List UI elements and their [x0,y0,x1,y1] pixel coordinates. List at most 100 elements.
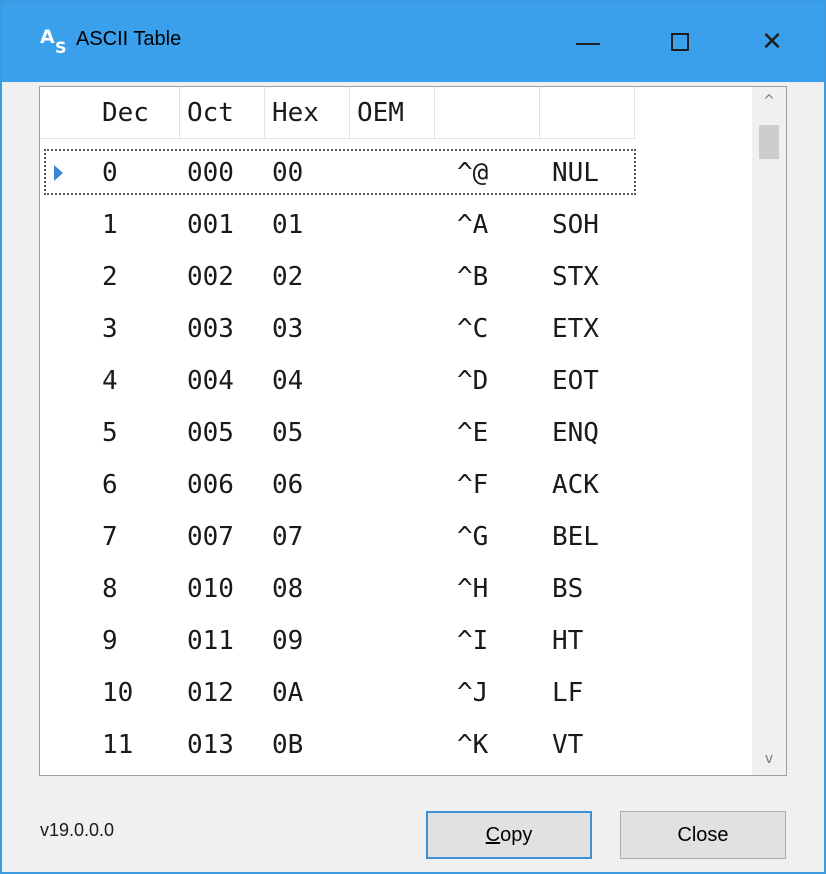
cell-oct[interactable]: 003 [187,303,234,355]
cell-control[interactable]: ^B [457,251,488,303]
cell-control[interactable]: ^E [457,407,488,459]
cell-dec[interactable]: 10 [102,667,133,719]
cell-dec[interactable]: 8 [102,563,118,615]
close-button[interactable]: Close [620,811,786,859]
minimize-icon [576,43,600,45]
cell-name[interactable]: ETX [552,303,599,355]
cell-hex[interactable]: 08 [272,563,303,615]
cell-oct[interactable]: 007 [187,511,234,563]
table-row[interactable]: 6 006 06 ^F ACK [40,459,752,511]
cell-dec[interactable]: 1 [102,199,118,251]
cell-oct[interactable]: 000 [187,147,234,199]
cell-oct[interactable]: 001 [187,199,234,251]
cell-name[interactable]: STX [552,251,599,303]
column-header-dec[interactable]: Dec [95,87,180,139]
cell-control[interactable]: ^G [457,511,488,563]
scroll-down-arrow-icon[interactable]: v [752,745,786,773]
maximize-icon [671,33,689,51]
row-focus-outline [44,149,636,195]
table-row[interactable]: 5 005 05 ^E ENQ [40,407,752,459]
title-bar[interactable]: A S ASCII Table ✕ [2,2,824,82]
cell-control[interactable]: ^F [457,459,488,511]
cell-name[interactable]: NUL [552,147,599,199]
table-row[interactable]: 3 003 03 ^C ETX [40,303,752,355]
cell-dec[interactable]: 0 [102,147,118,199]
cell-hex[interactable]: 04 [272,355,303,407]
cell-control[interactable]: ^A [457,199,488,251]
cell-dec[interactable]: 3 [102,303,118,355]
cell-hex[interactable]: 02 [272,251,303,303]
cell-hex[interactable]: 09 [272,615,303,667]
scroll-up-arrow-icon[interactable]: ^ [752,87,786,115]
column-header-control[interactable] [435,87,540,139]
cell-hex[interactable]: 03 [272,303,303,355]
app-icon-glyph-s: S [55,38,67,57]
cell-name[interactable]: EOT [552,355,599,407]
cell-hex[interactable]: 0A [272,667,303,719]
cell-control[interactable]: ^J [457,667,488,719]
row-header-corner [40,87,95,139]
cell-oct[interactable]: 012 [187,667,234,719]
app-icon: A S [40,26,74,60]
cell-hex[interactable]: 01 [272,199,303,251]
cell-dec[interactable]: 2 [102,251,118,303]
table-row[interactable]: 10 012 0A ^J LF [40,667,752,719]
cell-oct[interactable]: 010 [187,563,234,615]
column-header-oem[interactable]: OEM [350,87,435,139]
cell-oct[interactable]: 011 [187,615,234,667]
cell-dec[interactable]: 9 [102,615,118,667]
table-row[interactable]: 11 013 0B ^K VT [40,719,752,771]
cell-dec[interactable]: 6 [102,459,118,511]
column-header-oct[interactable]: Oct [180,87,265,139]
cell-oct[interactable]: 013 [187,719,234,771]
cell-name[interactable]: BEL [552,511,599,563]
cell-name[interactable]: LF [552,667,583,719]
cell-hex[interactable]: 06 [272,459,303,511]
cell-control[interactable]: ^H [457,563,488,615]
cell-control[interactable]: ^D [457,355,488,407]
cell-control[interactable]: ^I [457,615,488,667]
maximize-button[interactable] [634,2,726,82]
ascii-grid[interactable]: Dec Oct Hex OEM 0 000 00 ^@ NUL 1 001 01 ^A SOH 2 0… [40,87,752,775]
column-header-hex[interactable]: Hex [265,87,350,139]
table-row[interactable]: 0 000 00 ^@ NUL [40,147,752,199]
table-row[interactable]: 9 011 09 ^I HT [40,615,752,667]
cell-name[interactable]: HT [552,615,583,667]
cell-name[interactable]: ENQ [552,407,599,459]
cell-dec[interactable]: 5 [102,407,118,459]
cell-oct[interactable]: 004 [187,355,234,407]
cell-dec[interactable]: 11 [102,719,133,771]
cell-oct[interactable]: 005 [187,407,234,459]
cell-oct[interactable]: 002 [187,251,234,303]
table-row[interactable]: 7 007 07 ^G BEL [40,511,752,563]
table-row[interactable]: 2 002 02 ^B STX [40,251,752,303]
table-row[interactable]: 1 001 01 ^A SOH [40,199,752,251]
table-row[interactable]: 8 010 08 ^H BS [40,563,752,615]
table-row[interactable]: 4 004 04 ^D EOT [40,355,752,407]
cell-name[interactable]: ACK [552,459,599,511]
version-label: v19.0.0.0 [40,820,115,840]
copy-mnemonic: C [485,823,501,846]
cell-control[interactable]: ^@ [457,147,488,199]
window-title: ASCII Table [76,28,182,50]
cell-hex[interactable]: 00 [272,147,303,199]
cell-control[interactable]: ^C [457,303,488,355]
cell-dec[interactable]: 7 [102,511,118,563]
cell-hex[interactable]: 05 [272,407,303,459]
close-window-button[interactable]: ✕ [726,2,818,82]
cell-name[interactable]: SOH [552,199,599,251]
ascii-table-window: A S ASCII Table ✕ Dec Oct Hex OEM 0 000 00… [0,0,826,874]
cell-name[interactable]: VT [552,719,583,771]
copy-button[interactable]: Copy [426,811,592,859]
scrollbar-thumb[interactable] [759,125,779,159]
cell-hex[interactable]: 07 [272,511,303,563]
cell-name[interactable]: BS [552,563,583,615]
minimize-button[interactable] [542,2,634,82]
ascii-grid-view[interactable]: Dec Oct Hex OEM 0 000 00 ^@ NUL 1 001 01 ^A SOH 2 0… [39,86,787,776]
cell-hex[interactable]: 0B [272,719,303,771]
vertical-scrollbar[interactable]: ^ v [752,87,786,775]
cell-oct[interactable]: 006 [187,459,234,511]
column-header-name[interactable] [540,87,635,139]
cell-control[interactable]: ^K [457,719,488,771]
cell-dec[interactable]: 4 [102,355,118,407]
